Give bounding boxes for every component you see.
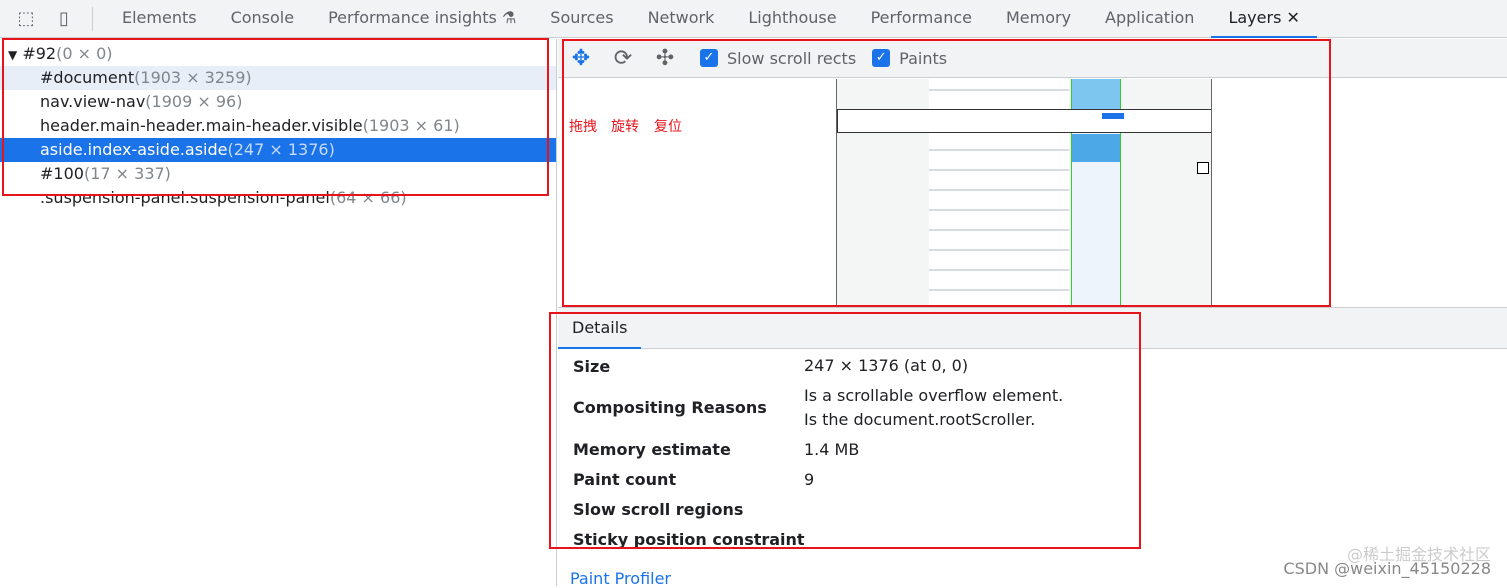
layer-name: nav.view-nav xyxy=(40,92,146,111)
layer-size: (1903 × 61) xyxy=(362,116,460,135)
layer-tree: ▼ #92(0 × 0) #document(1903 × 3259) nav.… xyxy=(0,39,557,586)
layer-name: aside.index-aside.aside xyxy=(40,140,228,159)
tab-performance-insights[interactable]: Performance insights ⚗ xyxy=(311,0,533,38)
annotation-pan: 拖拽 xyxy=(569,119,597,135)
detail-key: Size xyxy=(573,357,611,376)
layer-size: (0 × 0) xyxy=(56,44,113,63)
slow-scroll-rects-label: Slow scroll rects xyxy=(727,48,857,68)
detail-value: Is the document.rootScroller. xyxy=(804,410,1036,429)
tab-performance[interactable]: Performance xyxy=(854,0,989,38)
preview-aside-banner xyxy=(1072,79,1120,109)
layer-tree-item[interactable]: #100(17 × 337) xyxy=(0,162,556,186)
tab-label: Layers xyxy=(1228,7,1282,27)
inspect-element-icon[interactable]: ⬚ xyxy=(14,7,38,31)
layer-size: (247 × 1376) xyxy=(227,140,335,159)
slow-scroll-rects-checkbox[interactable]: ✓ xyxy=(700,49,718,67)
detail-key: Sticky position constraint xyxy=(573,530,805,549)
layer-name: header.main-header.main-header.visible xyxy=(40,116,363,135)
layer-size: (1909 × 96) xyxy=(145,92,243,111)
detail-value: 9 xyxy=(804,470,815,489)
tab-network[interactable]: Network xyxy=(631,0,732,38)
layer-size: (1903 × 3259) xyxy=(134,68,252,87)
preview-header xyxy=(837,109,1211,133)
tab-label: Performance insights xyxy=(328,7,497,27)
preview-scrollbar xyxy=(1197,162,1209,174)
tab-details[interactable]: Details xyxy=(558,308,641,349)
tab-console[interactable]: Console xyxy=(214,0,312,38)
divider xyxy=(92,6,93,31)
pan-mode-icon[interactable]: ✥ xyxy=(568,46,594,71)
paints-label: Paints xyxy=(899,48,948,68)
device-toolbar-icon[interactable]: ▯ xyxy=(52,7,76,31)
layer-name: #document xyxy=(40,68,135,87)
layer-size: (17 × 337) xyxy=(83,164,171,183)
layer-tree-item[interactable]: header.main-header.main-header.visible(1… xyxy=(0,114,556,138)
triangle-down-icon[interactable]: ▼ xyxy=(8,48,17,62)
layer-name: #92 xyxy=(22,44,57,63)
tab-sources[interactable]: Sources xyxy=(533,0,630,38)
flask-icon: ⚗ xyxy=(501,7,517,27)
detail-value: Is a scrollable overflow element. xyxy=(804,386,1064,405)
tab-lighthouse[interactable]: Lighthouse xyxy=(731,0,853,38)
layer-tree-item[interactable]: #document(1903 × 3259) xyxy=(0,66,556,90)
tab-memory[interactable]: Memory xyxy=(989,0,1088,38)
layer-tree-item[interactable]: .suspension-panel.suspension-panel(64 × … xyxy=(0,186,556,210)
layer-tree-item-selected[interactable]: aside.index-aside.aside(247 × 1376) xyxy=(0,138,556,162)
annotation-reset: 复位 xyxy=(654,119,682,135)
layer-tree-item[interactable]: ▼ #92(0 × 0) xyxy=(0,42,556,66)
tab-layers[interactable]: Layers ✕ xyxy=(1211,0,1317,38)
preview-aside-banner xyxy=(1072,134,1120,162)
detail-value: 247 × 1376 (at 0, 0) xyxy=(804,356,969,375)
paint-profiler-link[interactable]: Paint Profiler xyxy=(570,569,671,588)
detail-key: Compositing Reasons xyxy=(573,398,767,417)
watermark: @稀土掘金技术社区 CSDN @weixin_45150228 xyxy=(1283,541,1491,578)
annotation-rotate: 旋转 xyxy=(611,119,639,135)
watermark-line: CSDN @weixin_45150228 xyxy=(1283,559,1491,578)
rotate-mode-icon[interactable]: ⟳ xyxy=(610,46,636,71)
layers-3d-preview[interactable] xyxy=(836,79,1212,307)
layer-tree-item[interactable]: nav.view-nav(1909 × 96) xyxy=(0,90,556,114)
details-tabbar: Details xyxy=(558,307,1507,349)
layers-viewer: ✥ ⟳ ✣ ✓ Slow scroll rects ✓ Paints 拖拽 旋转… xyxy=(558,39,1507,588)
tab-application[interactable]: Application xyxy=(1088,0,1211,38)
paints-checkbox[interactable]: ✓ xyxy=(872,49,891,67)
detail-value: 1.4 MB xyxy=(804,440,860,459)
layer-name: .suspension-panel.suspension-panel xyxy=(40,188,330,207)
preview-header-button xyxy=(1102,113,1124,119)
detail-key: Slow scroll regions xyxy=(573,500,744,519)
devtools-tabbar: ⬚ ▯ Elements Console Performance insight… xyxy=(0,0,1507,38)
layers-toolbar: ✥ ⟳ ✣ ✓ Slow scroll rects ✓ Paints xyxy=(558,39,1507,78)
tab-elements[interactable]: Elements xyxy=(105,0,214,38)
detail-key: Paint count xyxy=(573,470,677,489)
close-icon[interactable]: ✕ xyxy=(1287,8,1300,27)
layer-name: #100 xyxy=(40,164,84,183)
reset-transform-icon[interactable]: ✣ xyxy=(652,46,678,71)
layer-size: (64 × 66) xyxy=(329,188,407,207)
detail-key: Memory estimate xyxy=(573,440,731,459)
